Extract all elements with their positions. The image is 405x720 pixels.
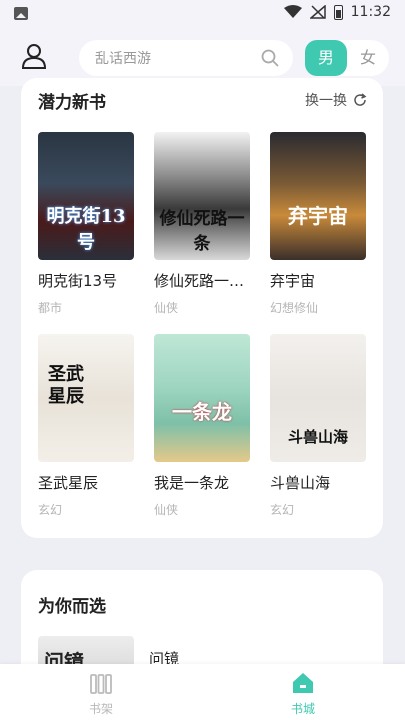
book-item[interactable]: 圣武星辰 圣武星辰 玄幻 — [38, 334, 136, 518]
book-title: 我是一条龙 — [154, 474, 230, 492]
book-cover[interactable]: 弃宇宙 — [270, 132, 366, 260]
bottom-tab-bar: 书架 书城 — [0, 664, 405, 720]
user-icon[interactable] — [20, 42, 48, 70]
cover-title: 弃宇宙 — [288, 204, 348, 228]
book-genre: 玄幻 — [38, 503, 63, 517]
book-cover[interactable]: 斗兽山海 — [270, 334, 366, 462]
book-cover[interactable]: 明克街13号 — [38, 132, 134, 260]
gallery-icon — [14, 7, 28, 20]
tab-bookshelf[interactable]: 书架 — [71, 670, 131, 717]
status-bar: 11:32 — [0, 0, 405, 30]
book-cover[interactable]: 一条龙 — [154, 334, 250, 462]
book-title: 弃宇宙 — [270, 272, 316, 290]
search-placeholder: 乱话西游 — [95, 51, 151, 67]
book-item[interactable]: 修仙死路一条 修仙死路一… 仙侠 — [154, 132, 252, 316]
home-icon — [293, 673, 313, 693]
book-title: 修仙死路一… — [154, 272, 245, 290]
book-title: 斗兽山海 — [270, 474, 331, 492]
book-genre: 幻想修仙 — [270, 301, 319, 315]
no-signal-icon — [309, 5, 326, 19]
gender-female-button[interactable]: 女 — [347, 40, 389, 76]
section-title: 潜力新书 — [38, 93, 106, 113]
section-title: 为你而选 — [38, 597, 106, 617]
book-item[interactable]: 一条龙 我是一条龙 仙侠 — [154, 334, 252, 518]
gender-male-button[interactable]: 男 — [305, 40, 347, 76]
book-title: 圣武星辰 — [38, 474, 99, 492]
status-icons: 11:32 — [283, 4, 391, 20]
book-genre: 都市 — [38, 301, 63, 315]
book-item[interactable]: 斗兽山海 斗兽山海 玄幻 — [270, 334, 368, 518]
gender-toggle: 男 女 — [305, 40, 389, 76]
book-item[interactable]: 明克街13号 明克街13号 都市 — [38, 132, 136, 316]
book-cover[interactable]: 修仙死路一条 — [154, 132, 250, 260]
status-time: 11:32 — [350, 4, 391, 20]
battery-icon — [333, 4, 343, 20]
cover-title: 斗兽山海 — [287, 428, 348, 446]
book-genre: 玄幻 — [270, 503, 295, 517]
tab-label: 书架 — [88, 702, 113, 716]
book-title: 明克街13号 — [38, 272, 118, 290]
potential-new-books-card: 潜力新书 换一换 明克街13号 明克街13号 都市 修仙死路一条 修仙死路一… … — [21, 78, 383, 538]
refresh-label: 换一换 — [305, 93, 347, 109]
cover-title: 圣武星辰 — [48, 364, 84, 407]
search-input[interactable]: 乱话西游 — [79, 40, 293, 76]
book-cover[interactable]: 圣武星辰 — [38, 334, 134, 462]
book-genre: 仙侠 — [154, 301, 179, 315]
book-item[interactable]: 弃宇宙 弃宇宙 幻想修仙 — [270, 132, 368, 316]
refresh-icon — [354, 93, 367, 106]
cover-title: 修仙死路一条 — [159, 209, 245, 254]
wifi-icon — [283, 5, 302, 18]
tab-bookstore[interactable]: 书城 — [273, 670, 333, 717]
refresh-button[interactable]: 换一换 — [305, 90, 367, 110]
bookshelf-icon — [90, 674, 112, 694]
search-icon[interactable] — [261, 49, 279, 67]
tab-label: 书城 — [290, 702, 315, 716]
cover-title: 一条龙 — [172, 400, 232, 424]
book-genre: 仙侠 — [154, 503, 179, 517]
cover-title: 明克街13号 — [46, 206, 126, 253]
